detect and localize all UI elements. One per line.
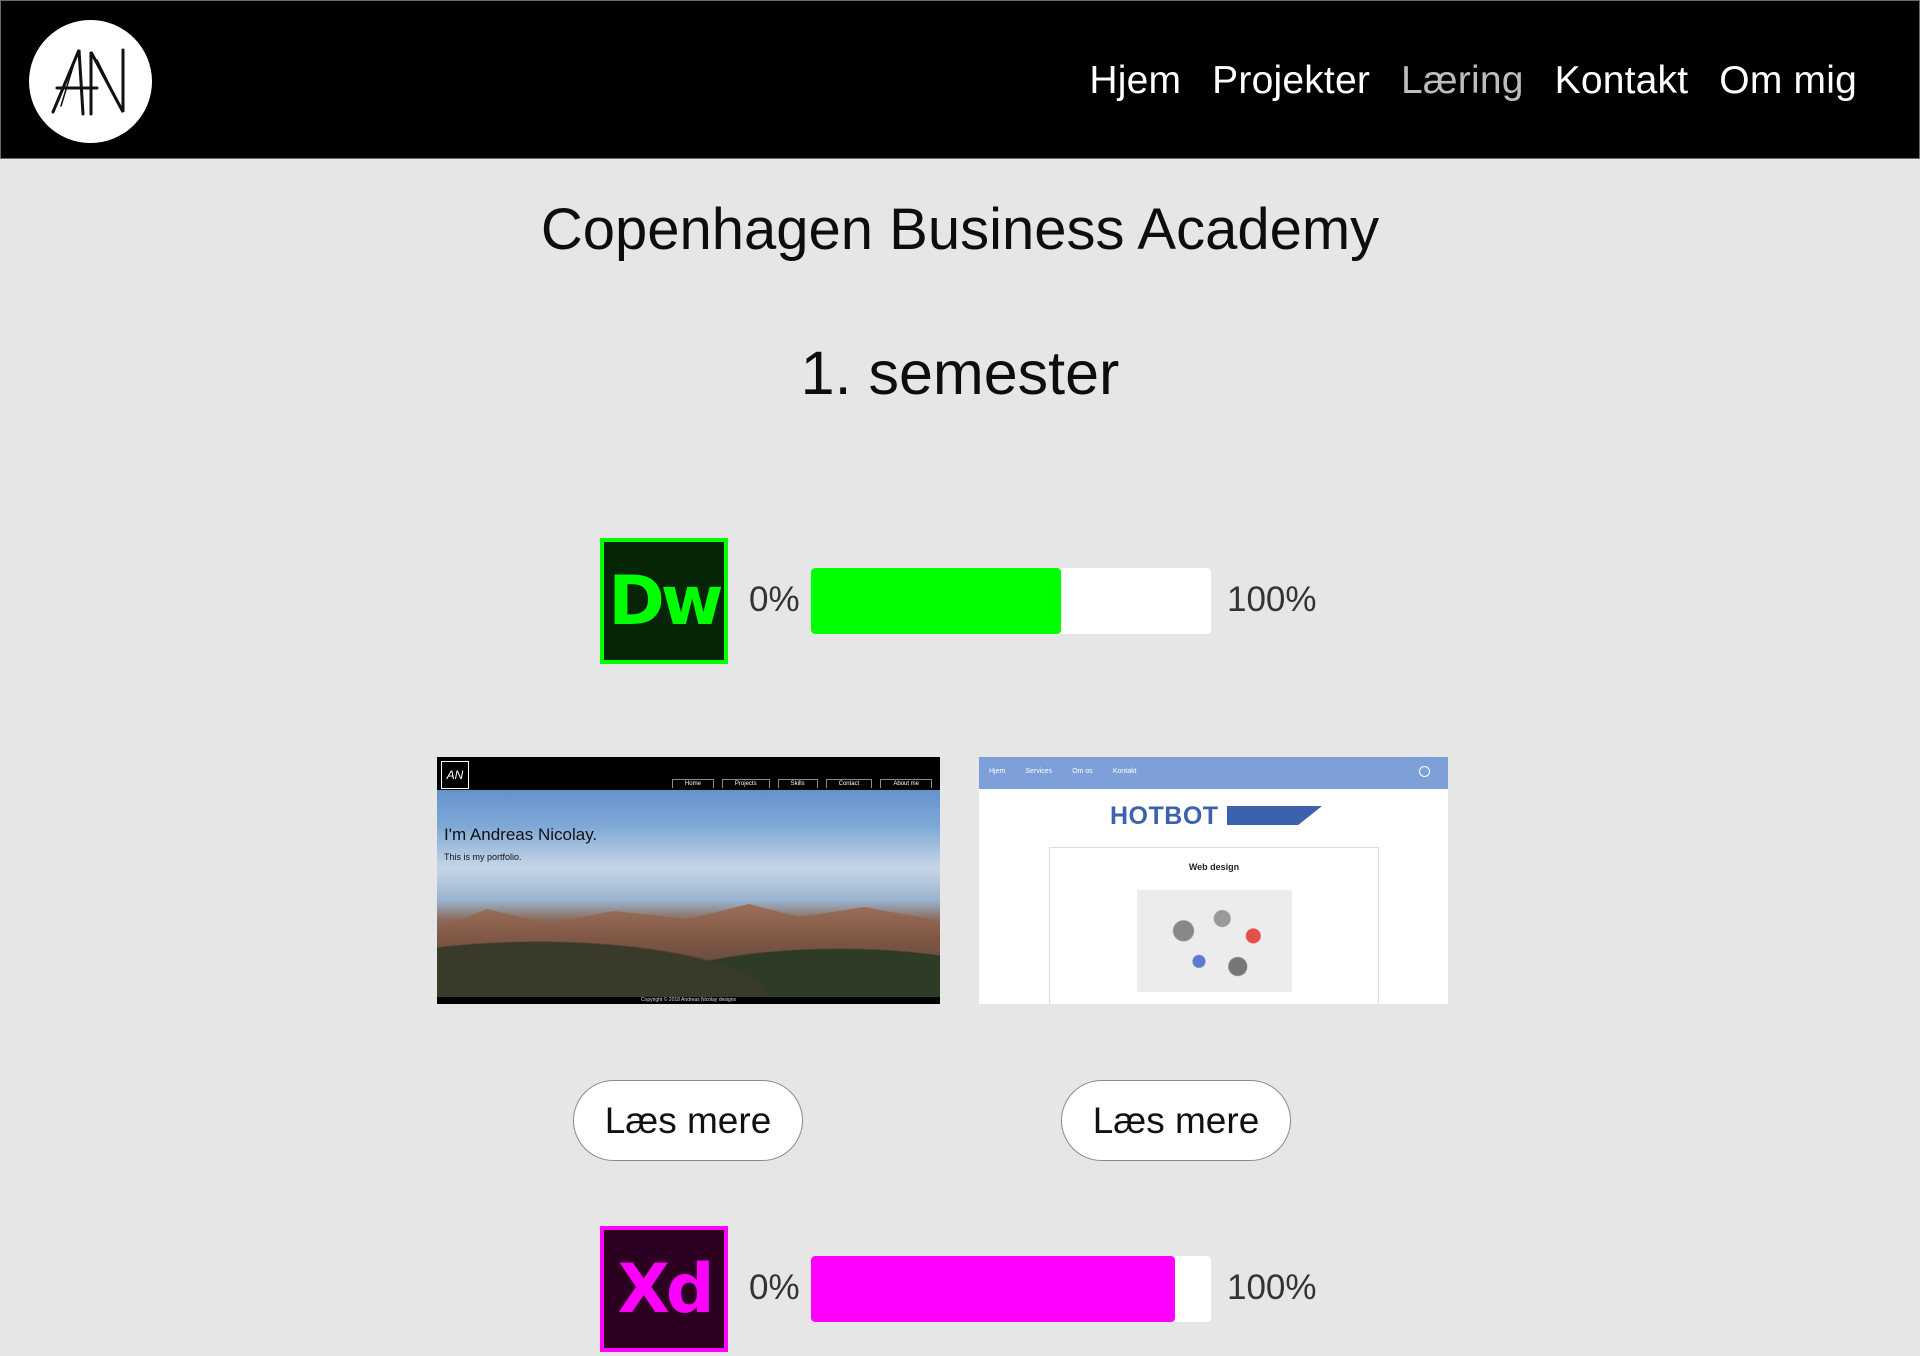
thumb-mini-nav: AN Home Projects Skills Contact About me [437,757,940,790]
thumb-hero-title: I'm Andreas Nicolay. [444,825,598,844]
site-logo[interactable] [29,20,152,143]
thumb-hero-subtitle: This is my portfolio. [444,852,522,862]
skill-progress-fill [811,568,1061,634]
hotbot-logo: HOTBOT [1110,802,1219,830]
skill-progress-bar [811,568,1211,634]
thumb-hotbot-card: Web design [1049,847,1379,1004]
skill-max-label: 100% [1227,580,1317,619]
thumb-hotbot-nav: Hjem Services Om os Kontakt [979,757,1448,789]
skill-progress-bar [811,1256,1211,1322]
skill-min-label: 0% [749,580,800,619]
nav-item-hjem[interactable]: Hjem [1089,59,1181,103]
search-icon [1419,766,1430,777]
thumb-hotbot-link: Kontakt [1112,768,1137,775]
thumb-mini-link: Home [671,779,714,788]
nav-item-projekter[interactable]: Projekter [1212,59,1370,103]
hotbot-flag-icon [1227,806,1322,825]
nav-item-kontakt[interactable]: Kontakt [1555,59,1689,103]
thumb-hotbot-links: Hjem Services Om os Kontakt [989,768,1137,775]
thumb-mini-links: Home Projects Skills Contact About me [671,779,932,788]
thumb-hotbot-link: Services [1025,768,1053,775]
thumb-footer: Copyright © 2018 Andreas Nicolay designs [437,997,940,1004]
nav-item-laering[interactable]: Læring [1401,59,1524,103]
dreamweaver-icon: Dw [600,538,728,664]
project-thumbnail-hotbot[interactable]: Hjem Services Om os Kontakt HOTBOT Web d… [979,757,1448,1004]
school-title: Copenhagen Business Academy [540,197,1380,262]
thumb-hotbot-link: Om os [1072,768,1093,775]
nav-item-om-mig[interactable]: Om mig [1719,59,1857,103]
skill-progress-fill [811,1256,1175,1322]
landscape-image [437,904,940,999]
thumb-mini-logo: AN [441,761,469,789]
thumb-card-title: Web design [1188,862,1240,872]
xd-icon: Xd [600,1226,728,1352]
project-thumbnail-portfolio[interactable]: AN Home Projects Skills Contact About me… [437,757,940,1004]
semester-title: 1. semester [800,339,1120,407]
thumb-hotbot-link: Hjem [989,768,1006,775]
thumb-mini-link: Projects [721,779,770,788]
thumb-mini-link: Skills [777,779,818,788]
web-design-illustration [1137,890,1292,992]
skill-min-label: 0% [749,1268,800,1307]
read-more-button-portfolio[interactable]: Læs mere [573,1080,803,1161]
read-more-button-hotbot[interactable]: Læs mere [1061,1080,1291,1161]
skill-max-label: 100% [1227,1268,1317,1307]
skill-row-xd: Xd 0% 100% [600,1226,1320,1356]
thumb-mini-link: About me [880,779,932,788]
an-logo-icon [51,48,124,115]
skill-row-dreamweaver: Dw 0% 100% [600,538,1320,668]
site-header: Hjem Projekter Læring Kontakt Om mig [0,0,1920,159]
main-nav: Hjem Projekter Læring Kontakt Om mig [1089,1,1857,160]
thumb-mini-link: Contact [825,779,873,788]
